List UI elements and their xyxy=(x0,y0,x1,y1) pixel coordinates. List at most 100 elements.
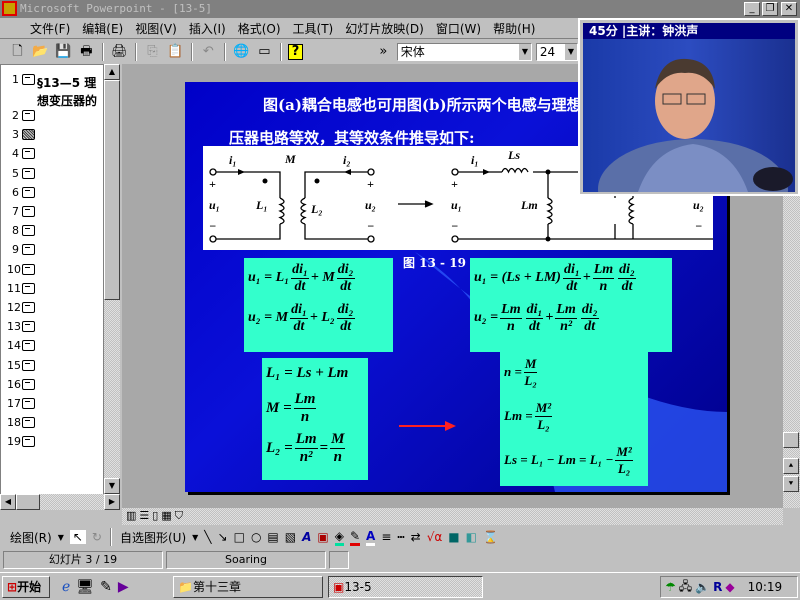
start-button[interactable]: ⊞开始 xyxy=(2,576,50,598)
slide-icon[interactable] xyxy=(22,225,35,237)
condition-box-right[interactable]: n = M L₂ Lm = M² L₂ Ls = L₁ − Lm = L₁ − M² L₂ xyxy=(500,352,648,486)
outline-slide-item[interactable]: 7 xyxy=(7,205,35,218)
slide-icon[interactable] xyxy=(22,167,35,179)
menu-help[interactable]: 帮助(H) xyxy=(493,20,535,37)
equation-box-equivalent[interactable]: u₁ = (Ls + LM) di₁ dt + Lm n di₂ dt u₂ = Lm n di₁ d… xyxy=(470,258,672,352)
slide-icon[interactable] xyxy=(22,321,35,333)
menu-view[interactable]: 视图(V) xyxy=(135,20,177,37)
normal-view-icon[interactable]: ▥ xyxy=(126,509,136,523)
slide-scrollbar[interactable]: ⯅ ⯆ xyxy=(783,196,800,508)
slide-icon[interactable] xyxy=(22,74,35,85)
font-size-select[interactable]: 24 ▼ xyxy=(535,43,578,61)
outline-slide-item[interactable]: 4 xyxy=(7,147,35,160)
slide-icon[interactable] xyxy=(22,436,35,448)
outline-scrollbar[interactable]: ▲ ▼ xyxy=(104,64,120,494)
oval-icon[interactable]: ○ xyxy=(251,530,261,544)
outline-slide-item[interactable]: 2 xyxy=(7,109,35,122)
equation-box-coupled[interactable]: u₁ = L₁ di₁ dt + Mdi₂ dt u₂ = Mdi₁ dt + L₂ di₂ d… xyxy=(244,258,393,352)
textbox-icon[interactable]: ▤ xyxy=(267,530,278,544)
volume-icon[interactable]: 🔈 xyxy=(695,580,710,594)
menu-file[interactable]: 文件(F) xyxy=(30,20,70,37)
menu-slideshow[interactable]: 幻灯片放映(D) xyxy=(345,20,424,37)
new-slide-icon[interactable]: ▭ xyxy=(255,42,274,62)
line-color-icon[interactable]: ✎ xyxy=(349,529,361,546)
dash-style-icon[interactable]: ┅ xyxy=(397,530,404,544)
shadow-icon[interactable]: ■ xyxy=(448,530,459,544)
print-icon[interactable]: 🖨 xyxy=(110,42,129,62)
outline-slide-item[interactable]: 14 xyxy=(7,339,35,352)
outline-hscrollbar[interactable]: ◀ ▶ xyxy=(0,494,120,510)
scroll-left-icon[interactable]: ◀ xyxy=(0,494,16,510)
outline-slide-item[interactable]: 15 xyxy=(7,359,35,372)
clipart-icon[interactable]: ▣ xyxy=(317,530,328,544)
outline-slide-item[interactable]: 12 xyxy=(7,301,35,314)
r-app-icon[interactable]: R xyxy=(713,580,722,594)
menu-format[interactable]: 格式(O) xyxy=(238,20,281,37)
scroll-up-icon[interactable]: ▲ xyxy=(104,64,120,80)
app-icon[interactable] xyxy=(2,1,17,16)
close-button[interactable]: ✕ xyxy=(781,2,797,16)
outline-slide-item[interactable]: 17 xyxy=(7,397,35,410)
slide-icon[interactable] xyxy=(22,359,35,371)
font-select[interactable]: 宋体 ▼ xyxy=(396,43,532,61)
outline-slide-item[interactable]: 10 xyxy=(7,263,35,276)
outline-slide-item[interactable]: 18 xyxy=(7,416,35,429)
slide-icon[interactable] xyxy=(22,282,35,294)
arrow-icon[interactable]: ↘ xyxy=(218,530,228,544)
slide-icon[interactable] xyxy=(22,398,35,409)
open-icon[interactable]: 📂 xyxy=(31,42,50,62)
slide-icon[interactable] xyxy=(22,302,35,313)
slide-view-icon[interactable]: ▯ xyxy=(152,509,158,523)
slide-icon[interactable] xyxy=(22,244,35,256)
wordart-a-icon[interactable]: A xyxy=(302,530,311,544)
lecture-video-window[interactable]: 45分 |主讲：钟洪声 xyxy=(578,18,800,196)
paste-icon[interactable]: 📋 xyxy=(166,42,185,62)
slide-icon[interactable] xyxy=(22,206,35,217)
scroll-right-icon[interactable]: ▶ xyxy=(104,494,120,510)
outline-slide-item[interactable]: 5 xyxy=(7,167,35,180)
menu-window[interactable]: 窗口(W) xyxy=(436,20,481,37)
undo-icon[interactable]: ↶ xyxy=(199,42,218,62)
wordart-icon[interactable]: ▧ xyxy=(285,530,296,544)
restore-button[interactable]: ❐ xyxy=(762,2,778,16)
more-buttons-icon[interactable]: » xyxy=(374,42,393,62)
rotate-icon[interactable]: ↻ xyxy=(92,530,102,544)
rectangle-icon[interactable]: □ xyxy=(234,530,245,544)
print-preview-icon[interactable]: 🖶 xyxy=(77,42,96,62)
equation-icon[interactable]: √α xyxy=(427,530,443,544)
draw-menu[interactable]: 绘图(R) xyxy=(10,529,52,546)
task-folder[interactable]: 📁第十三章 xyxy=(173,576,323,598)
slide-icon[interactable] xyxy=(22,263,35,275)
outline-slide-item[interactable]: 13 xyxy=(7,320,35,333)
fill-color-icon[interactable]: ◈ xyxy=(334,529,344,546)
help-icon[interactable]: ? xyxy=(287,44,304,60)
menu-edit[interactable]: 编辑(E) xyxy=(82,20,123,37)
ie-icon[interactable]: ℯ xyxy=(62,579,70,595)
slide-sorter-icon[interactable]: ▦ xyxy=(161,509,171,523)
autoshapes-menu[interactable]: 自选图形(U) xyxy=(120,529,186,546)
condition-box-left[interactable]: L₁ = Ls + Lm M = Lm n L₂ = Lm n² = Mn xyxy=(262,358,368,480)
outline-slide-item[interactable]: 16 xyxy=(7,378,35,391)
copy-icon[interactable]: ⎘ xyxy=(143,42,162,62)
outline-slide-item[interactable]: 9 xyxy=(7,243,35,256)
outline-slide-item[interactable]: 3 xyxy=(7,128,35,141)
chevron-down-icon[interactable]: ▼ xyxy=(564,44,577,60)
slide-icon[interactable] xyxy=(22,340,35,352)
hyperlink-icon[interactable]: 🌐 xyxy=(232,42,251,62)
next-slide-icon[interactable]: ⯆ xyxy=(783,476,799,492)
chevron-down-icon[interactable]: ▼ xyxy=(58,533,64,542)
menu-insert[interactable]: 插入(I) xyxy=(189,20,226,37)
arrow-style-icon[interactable]: ⇄ xyxy=(411,530,421,544)
slide-icon[interactable] xyxy=(22,186,35,198)
select-pointer-icon[interactable]: ↖ xyxy=(69,530,86,544)
outline-slide-item[interactable]: 6 xyxy=(7,186,35,199)
chevron-down-icon[interactable]: ▼ xyxy=(518,44,531,60)
task-powerpoint[interactable]: ▣13-5 xyxy=(328,576,483,598)
previous-slide-icon[interactable]: ⯅ xyxy=(783,458,799,474)
umbrella-icon[interactable]: ☂ xyxy=(665,580,676,594)
channels-icon[interactable]: ✎ xyxy=(100,579,112,595)
new-icon[interactable]: 🗋 xyxy=(8,42,27,62)
outline-slide-item[interactable]: 1 xyxy=(7,73,35,86)
outline-slide-item[interactable]: 11 xyxy=(7,282,35,295)
slideshow-icon[interactable]: ⛉ xyxy=(175,509,183,523)
